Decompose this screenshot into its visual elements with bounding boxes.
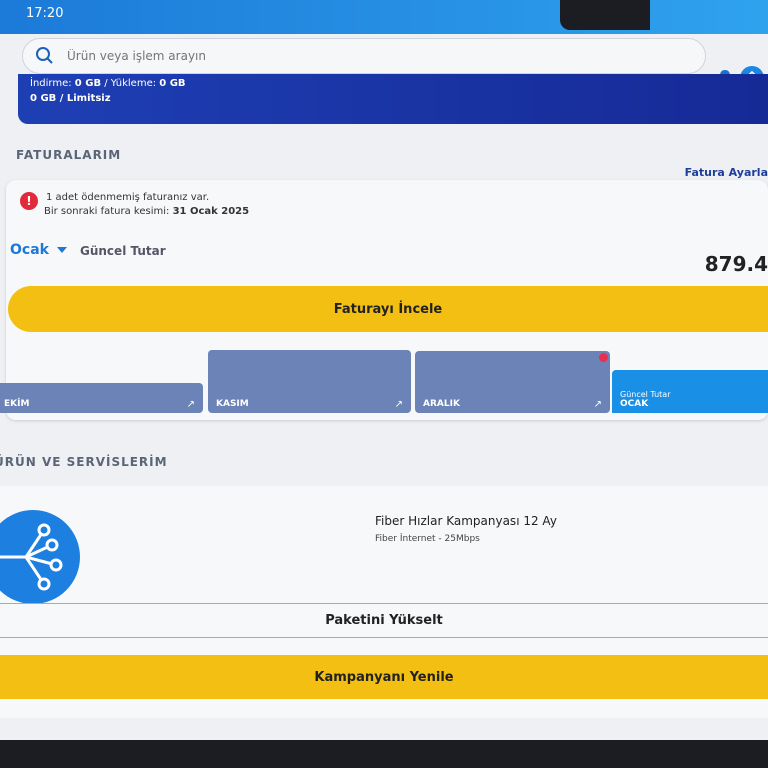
month-selector[interactable]: Ocak	[10, 242, 67, 258]
bill-amount: 879.4	[704, 252, 768, 276]
review-bill-button[interactable]: Faturayı İncele	[8, 286, 768, 332]
upgrade-package-button[interactable]: Paketini Yükselt	[0, 603, 768, 637]
search-input[interactable]	[65, 44, 669, 68]
month-tab-kasim[interactable]: KASIM ↗	[208, 350, 411, 413]
products-section-title: ÜRÜN VE SERVİSLERİM	[0, 455, 168, 469]
arrow-up-right-icon: ↗	[186, 399, 195, 410]
current-amount-label: Güncel Tutar	[80, 244, 166, 258]
status-bar: 17:20	[0, 0, 768, 34]
product-name[interactable]: Fiber Hızlar Kampanyası 12 Ay	[375, 514, 557, 528]
app-screen: 17:20 İndirme: 0 GB / Yükleme: 0 GB 0 GB…	[0, 0, 768, 740]
bill-card: ! 1 adet ödenmemiş faturanız var. Bir so…	[0, 180, 768, 420]
upload-label: / Yükleme:	[101, 78, 160, 89]
arrow-up-right-icon: ↗	[394, 399, 403, 410]
unpaid-indicator-dot	[599, 353, 608, 362]
month-tab-label: ARALIK	[423, 399, 460, 409]
clock: 17:20	[26, 6, 64, 21]
search-bar[interactable]	[22, 38, 706, 74]
usage-card[interactable]: İndirme: 0 GB / Yükleme: 0 GB 0 GB / Lim…	[18, 74, 768, 124]
month-tab-aralik[interactable]: ARALIK ↗	[415, 351, 610, 413]
renew-campaign-button[interactable]: Kampanyanı Yenile	[0, 655, 768, 699]
bills-section-title: FATURALARIM	[16, 148, 122, 162]
search-icon	[36, 47, 53, 64]
usage-line-2: 0 GB / Limitsiz	[30, 93, 111, 104]
next-bill-date: Bir sonraki fatura kesimi: 31 Ocak 2025	[44, 206, 249, 217]
divider	[0, 637, 768, 638]
next-bill-date-value: 31 Ocak 2025	[172, 206, 250, 217]
month-tab-label: KASIM	[216, 399, 249, 409]
arrow-up-right-icon: ↗	[593, 399, 602, 410]
camera-notch	[560, 0, 650, 30]
product-detail: Fiber İnternet - 25Mbps	[375, 534, 480, 544]
fiber-network-icon	[0, 510, 80, 604]
alert-icon: !	[20, 192, 38, 210]
month-tab-label: OCAK	[620, 399, 649, 409]
month-tab-ocak[interactable]: Güncel Tutar OCAK	[612, 370, 768, 413]
selected-month: Ocak	[10, 242, 49, 258]
month-tab-ekim[interactable]: EKİM ↗	[0, 383, 203, 413]
next-bill-label: Bir sonraki fatura kesimi:	[44, 206, 173, 217]
download-label: İndirme:	[30, 78, 75, 89]
chevron-down-icon	[56, 247, 67, 253]
month-tab-sublabel: Güncel Tutar	[620, 390, 671, 399]
download-value: 0 GB	[74, 78, 102, 89]
usage-line-1: İndirme: 0 GB / Yükleme: 0 GB	[30, 78, 186, 89]
unpaid-bill-alert: 1 adet ödenmemiş faturanız var.	[46, 192, 210, 203]
bill-settings-link[interactable]: Fatura Ayarla	[685, 166, 768, 179]
upload-value: 0 GB	[159, 78, 186, 89]
month-tab-label: EKİM	[4, 399, 30, 409]
